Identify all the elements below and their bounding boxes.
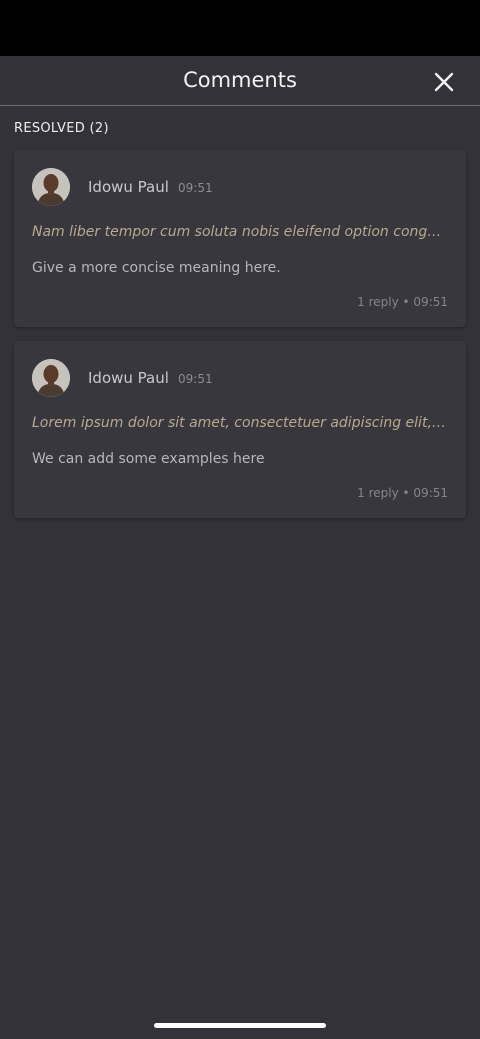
home-indicator[interactable] bbox=[154, 1023, 326, 1028]
comment-card[interactable]: Idowu Paul 09:51 Lorem ipsum dolor sit a… bbox=[14, 341, 466, 518]
quoted-text: Nam liber tempor cum soluta nobis eleife… bbox=[32, 224, 446, 240]
close-icon[interactable] bbox=[432, 70, 456, 94]
avatar bbox=[32, 168, 70, 206]
comments-header: Comments bbox=[0, 56, 480, 106]
status-bar bbox=[0, 0, 480, 56]
comment-author: Idowu Paul bbox=[88, 178, 169, 196]
comment-card[interactable]: Idowu Paul 09:51 Nam liber tempor cum so… bbox=[14, 150, 466, 327]
quoted-text: Lorem ipsum dolor sit amet, consectetuer… bbox=[32, 415, 446, 431]
comment-time: 09:51 bbox=[178, 181, 213, 195]
comment-time: 09:51 bbox=[178, 372, 213, 386]
resolved-section-label: RESOLVED (2) bbox=[14, 121, 109, 136]
comment-author: Idowu Paul bbox=[88, 369, 169, 387]
reply-meta[interactable]: 1 reply • 09:51 bbox=[357, 295, 448, 309]
comment-body: Give a more concise meaning here. bbox=[32, 260, 281, 276]
page-title: Comments bbox=[183, 68, 297, 92]
avatar bbox=[32, 359, 70, 397]
comment-body: We can add some examples here bbox=[32, 451, 265, 467]
reply-meta[interactable]: 1 reply • 09:51 bbox=[357, 486, 448, 500]
